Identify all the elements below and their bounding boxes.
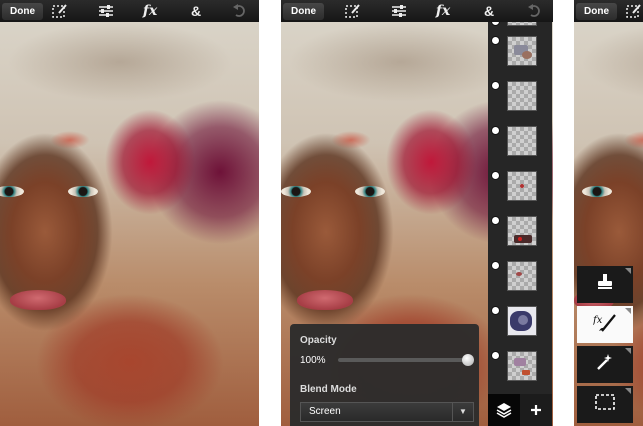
layer-thumbnail[interactable] <box>507 216 537 246</box>
layer-thumbnail[interactable] <box>507 36 537 66</box>
layer-thumbnail[interactable] <box>507 306 537 336</box>
top-toolbar: Done fx & <box>281 0 553 22</box>
layer-row[interactable] <box>488 347 552 391</box>
layer-thumbnail[interactable] <box>507 126 537 156</box>
fx-icon[interactable]: fx <box>433 2 453 20</box>
right-eye-artwork <box>355 186 385 197</box>
layer-thumbnail[interactable] <box>507 81 537 111</box>
blend-mode-label: Blend Mode <box>300 384 357 395</box>
opacity-slider-knob[interactable] <box>462 354 474 366</box>
layer-visibility-toggle[interactable] <box>491 306 500 315</box>
layer-row[interactable] <box>488 302 552 346</box>
add-layer-icon[interactable] <box>520 394 552 426</box>
selection-edit-icon[interactable] <box>624 2 643 20</box>
top-toolbar: Done fx & <box>0 0 259 22</box>
layer-properties-popup: Opacity 100% Blend Mode Screen ▼ <box>290 324 479 426</box>
left-eye-artwork <box>281 186 311 197</box>
layer-visibility-toggle[interactable] <box>491 261 500 270</box>
stamp-tool-button[interactable] <box>577 266 633 303</box>
submenu-indicator <box>625 388 631 394</box>
layer-row[interactable] <box>488 212 552 256</box>
layer-row[interactable] <box>488 122 552 166</box>
layer-visibility-toggle[interactable] <box>491 81 500 90</box>
top-toolbar: Done <box>574 0 643 22</box>
submenu-indicator <box>625 348 631 354</box>
layers-panel <box>488 17 552 394</box>
submenu-indicator <box>625 268 631 274</box>
ampersand-icon[interactable]: & <box>479 2 499 20</box>
opacity-value: 100% <box>300 355 326 366</box>
fx-brush-icon: fx <box>592 312 617 337</box>
layers-stack-icon[interactable] <box>488 394 520 426</box>
screenshot-1: Done fx & <box>0 0 259 426</box>
layer-row[interactable] <box>488 77 552 121</box>
layers-toolbar <box>488 394 552 426</box>
undo-icon[interactable] <box>525 2 545 20</box>
selection-tool-button[interactable] <box>577 386 633 423</box>
fx-brush-tool-button[interactable]: fx <box>577 306 633 343</box>
done-button[interactable]: Done <box>2 2 43 20</box>
done-button[interactable]: Done <box>576 2 617 20</box>
magic-wand-icon <box>595 352 615 377</box>
undo-icon[interactable] <box>230 2 250 20</box>
chevron-down-icon[interactable]: ▼ <box>452 403 473 421</box>
right-eye-artwork <box>68 186 98 197</box>
layer-visibility-toggle[interactable] <box>491 36 500 45</box>
layer-thumbnail[interactable] <box>507 351 537 381</box>
lips-artwork <box>297 290 353 310</box>
blend-mode-value: Screen <box>309 406 341 417</box>
opacity-slider[interactable] <box>338 354 474 366</box>
opacity-label: Opacity <box>300 335 337 346</box>
adjustments-icon[interactable] <box>389 2 409 20</box>
magic-wand-tool-button[interactable] <box>577 346 633 383</box>
layer-visibility-toggle[interactable] <box>491 351 500 360</box>
selection-marquee-icon <box>595 394 615 415</box>
left-eye-artwork <box>0 186 24 197</box>
photo-canvas[interactable] <box>0 22 259 426</box>
svg-text:fx: fx <box>593 315 603 326</box>
screenshot-3: Done fx <box>574 0 643 426</box>
layer-thumbnail[interactable] <box>507 261 537 291</box>
adjustments-icon[interactable] <box>96 2 116 20</box>
selection-edit-icon[interactable] <box>50 2 70 20</box>
fx-icon[interactable]: fx <box>140 2 160 20</box>
layer-visibility-toggle[interactable] <box>491 171 500 180</box>
layer-row[interactable] <box>488 167 552 211</box>
stamp-icon <box>596 273 614 296</box>
lips-artwork <box>10 290 66 310</box>
screenshot-2: Done fx & Opacity 100% Blend Mode Screen… <box>281 0 553 426</box>
layer-thumbnail[interactable] <box>507 171 537 201</box>
ampersand-icon[interactable]: & <box>186 2 206 20</box>
layer-visibility-toggle[interactable] <box>491 216 500 225</box>
layer-visibility-toggle[interactable] <box>491 126 500 135</box>
done-button[interactable]: Done <box>283 2 324 20</box>
selection-edit-icon[interactable] <box>343 2 363 20</box>
tool-strip: fx <box>574 266 636 426</box>
submenu-indicator <box>625 308 631 314</box>
opacity-slider-fill <box>338 358 468 362</box>
eye-artwork <box>582 186 612 197</box>
layer-row[interactable] <box>488 257 552 301</box>
blend-mode-select[interactable]: Screen ▼ <box>300 402 474 422</box>
layer-row[interactable] <box>488 32 552 76</box>
